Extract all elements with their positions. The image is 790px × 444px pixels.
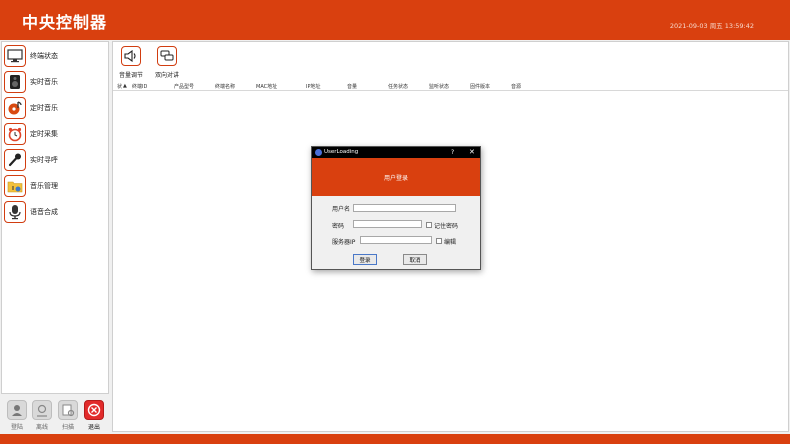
column-header-audio-source[interactable]: 音源 — [511, 83, 521, 90]
cancel-button[interactable]: 取消 — [403, 254, 427, 265]
banner-title: 用户登录 — [383, 175, 408, 182]
column-header-firmware-version[interactable]: 固件版本 — [470, 83, 490, 90]
username-label: 用户名 — [332, 206, 351, 213]
microphone-icon — [4, 149, 26, 171]
app-title: 中央控制器 — [22, 13, 108, 32]
sidebar-item-label: 定时音乐 — [30, 104, 58, 112]
dialog-title: UserLoading — [324, 149, 359, 155]
offline-label: 离线 — [35, 424, 48, 431]
server-ip-input[interactable] — [360, 236, 432, 244]
username-input[interactable] — [353, 204, 456, 212]
column-header-status[interactable]: 状 — [117, 83, 122, 90]
offline-icon — [32, 400, 52, 420]
app-window: 中央控制器 2021-09-03 周五 13:59:42 终端状态 实时音乐 定… — [0, 0, 790, 444]
scan-icon — [58, 400, 78, 420]
login-confirm-button[interactable]: 登录 — [353, 254, 377, 265]
sidebar-item-label: 实时寻呼 — [30, 156, 58, 164]
column-header-product-model[interactable]: 产品型号 — [174, 83, 194, 90]
edit-label: 编辑 — [444, 239, 457, 246]
sidebar-item-live-paging[interactable]: 实时寻呼 — [4, 148, 58, 172]
dialog-titlebar[interactable]: UserLoading ? ✕ — [312, 147, 480, 158]
login-icon — [7, 400, 27, 420]
sidebar-item-scheduled-capture[interactable]: 定时采集 — [4, 122, 58, 146]
column-header-monitor-status[interactable]: 监听状态 — [429, 83, 449, 90]
sort-up-icon: ▲ — [123, 83, 127, 89]
sidebar-item-label: 语音合成 — [30, 208, 58, 216]
intercom-label: 双向对讲 — [154, 72, 179, 79]
column-header-task-status[interactable]: 任务状态 — [388, 83, 408, 90]
login-label: 登陆 — [10, 424, 23, 431]
column-header-terminal-name[interactable]: 终端名称 — [215, 83, 235, 90]
remember-password-label: 记住密码 — [434, 223, 459, 230]
header-bar: 中央控制器 2021-09-03 周五 13:59:42 — [0, 0, 790, 40]
app-icon — [315, 149, 322, 156]
intercom-button[interactable]: 双向对讲 — [149, 46, 185, 79]
offline-button[interactable]: 离线 — [31, 400, 53, 431]
sidebar-item-scheduled-music[interactable]: 定时音乐 — [4, 96, 58, 120]
scan-label: 扫描 — [61, 424, 74, 431]
sidebar-item-label: 音乐管理 — [30, 182, 58, 190]
music-folder-icon — [4, 175, 26, 197]
exit-button[interactable]: 退出 — [83, 400, 105, 431]
volume-adjust-button[interactable]: 音量调节 — [113, 46, 149, 79]
password-label: 密码 — [332, 223, 345, 230]
sidebar-item-live-music[interactable]: 实时音乐 — [4, 70, 58, 94]
volume-adjust-label: 音量调节 — [118, 72, 143, 79]
sidebar-item-terminal-status[interactable]: 终端状态 — [4, 44, 58, 68]
user-login-dialog: UserLoading ? ✕ 用户登录 用户名 密码 记住密码 服务器IP 编… — [311, 146, 481, 270]
sidebar-item-label: 实时音乐 — [30, 78, 58, 86]
exit-label: 退出 — [87, 424, 100, 431]
music-disc-icon — [4, 97, 26, 119]
sidebar-item-music-management[interactable]: 音乐管理 — [4, 174, 58, 198]
monitor-icon — [4, 45, 26, 67]
sidebar-item-label: 终端状态 — [30, 52, 58, 60]
exit-icon — [84, 400, 104, 420]
login-button[interactable]: 登陆 — [6, 400, 28, 431]
footer-bar — [0, 434, 790, 444]
speaker-volume-icon — [121, 46, 141, 66]
sidebar-item-label: 定时采集 — [30, 130, 58, 138]
help-button[interactable]: ? — [451, 149, 454, 156]
scan-button[interactable]: 扫描 — [57, 400, 79, 431]
datetime-display: 2021-09-03 周五 13:59:42 — [669, 22, 754, 30]
terminal-table-header: 状 ▲ 终端ID 产品型号 终端名称 MAC地址 IP地址 音量 任务状态 监听… — [113, 82, 788, 91]
column-header-ip-address[interactable]: IP地址 — [306, 83, 321, 90]
password-input[interactable] — [353, 220, 422, 228]
close-icon[interactable]: ✕ — [469, 148, 475, 156]
intercom-chat-icon — [157, 46, 177, 66]
server-ip-label: 服务器IP — [332, 239, 356, 246]
column-header-volume[interactable]: 音量 — [347, 83, 357, 90]
column-header-mac-address[interactable]: MAC地址 — [256, 83, 277, 90]
speaker-icon — [4, 71, 26, 93]
alarm-clock-icon — [4, 123, 26, 145]
remember-password-checkbox[interactable] — [426, 222, 432, 228]
column-header-terminal-id[interactable]: 终端ID — [132, 83, 147, 90]
dialog-banner: 用户登录 — [312, 158, 480, 196]
sidebar-item-speech-synthesis[interactable]: 语音合成 — [4, 200, 58, 224]
sidebar: 终端状态 实时音乐 定时音乐 定时采集 实时寻呼 音乐管理 语音合成 — [1, 41, 109, 394]
voice-mic-icon — [4, 201, 26, 223]
edit-checkbox[interactable] — [436, 238, 442, 244]
